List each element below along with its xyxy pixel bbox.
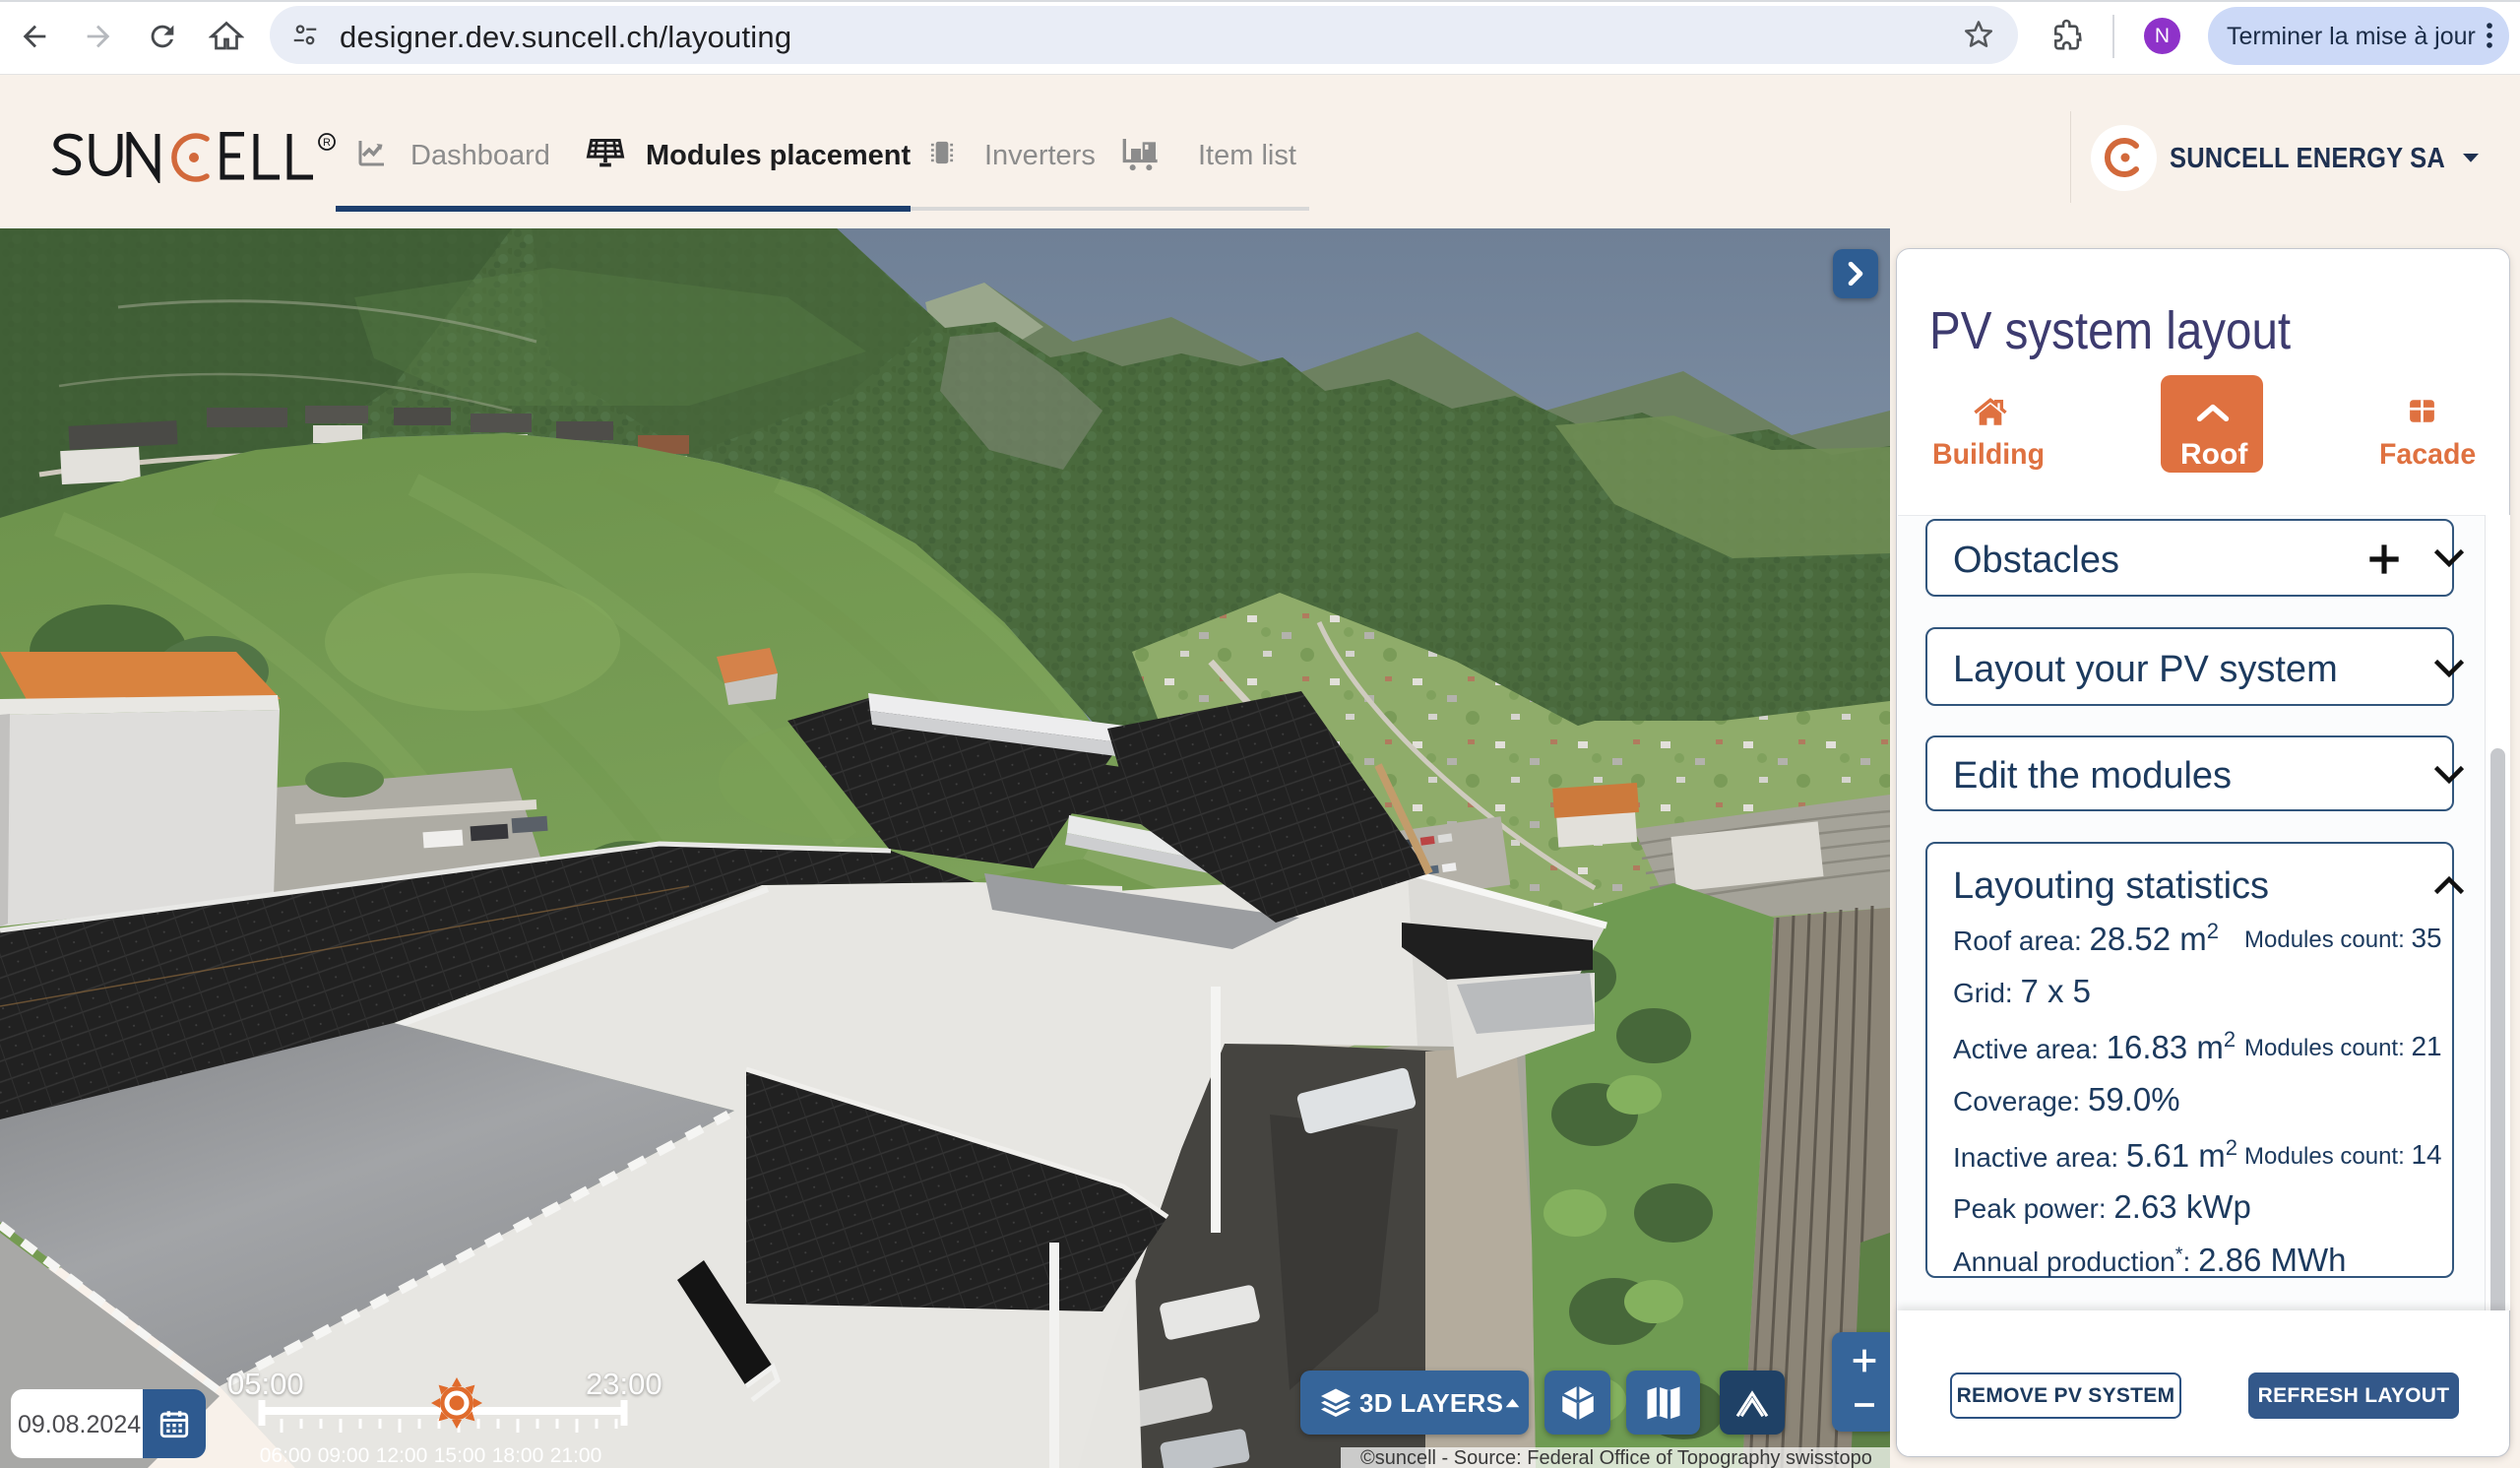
- svg-text:18:00: 18:00: [492, 1444, 544, 1467]
- svg-text:R: R: [323, 137, 331, 149]
- svg-text:09:00: 09:00: [318, 1444, 370, 1467]
- svg-text:21:00: 21:00: [550, 1444, 602, 1467]
- svg-text:06:00: 06:00: [260, 1444, 312, 1467]
- svg-text:15:00: 15:00: [434, 1444, 486, 1467]
- svg-text:12:00: 12:00: [376, 1444, 428, 1467]
